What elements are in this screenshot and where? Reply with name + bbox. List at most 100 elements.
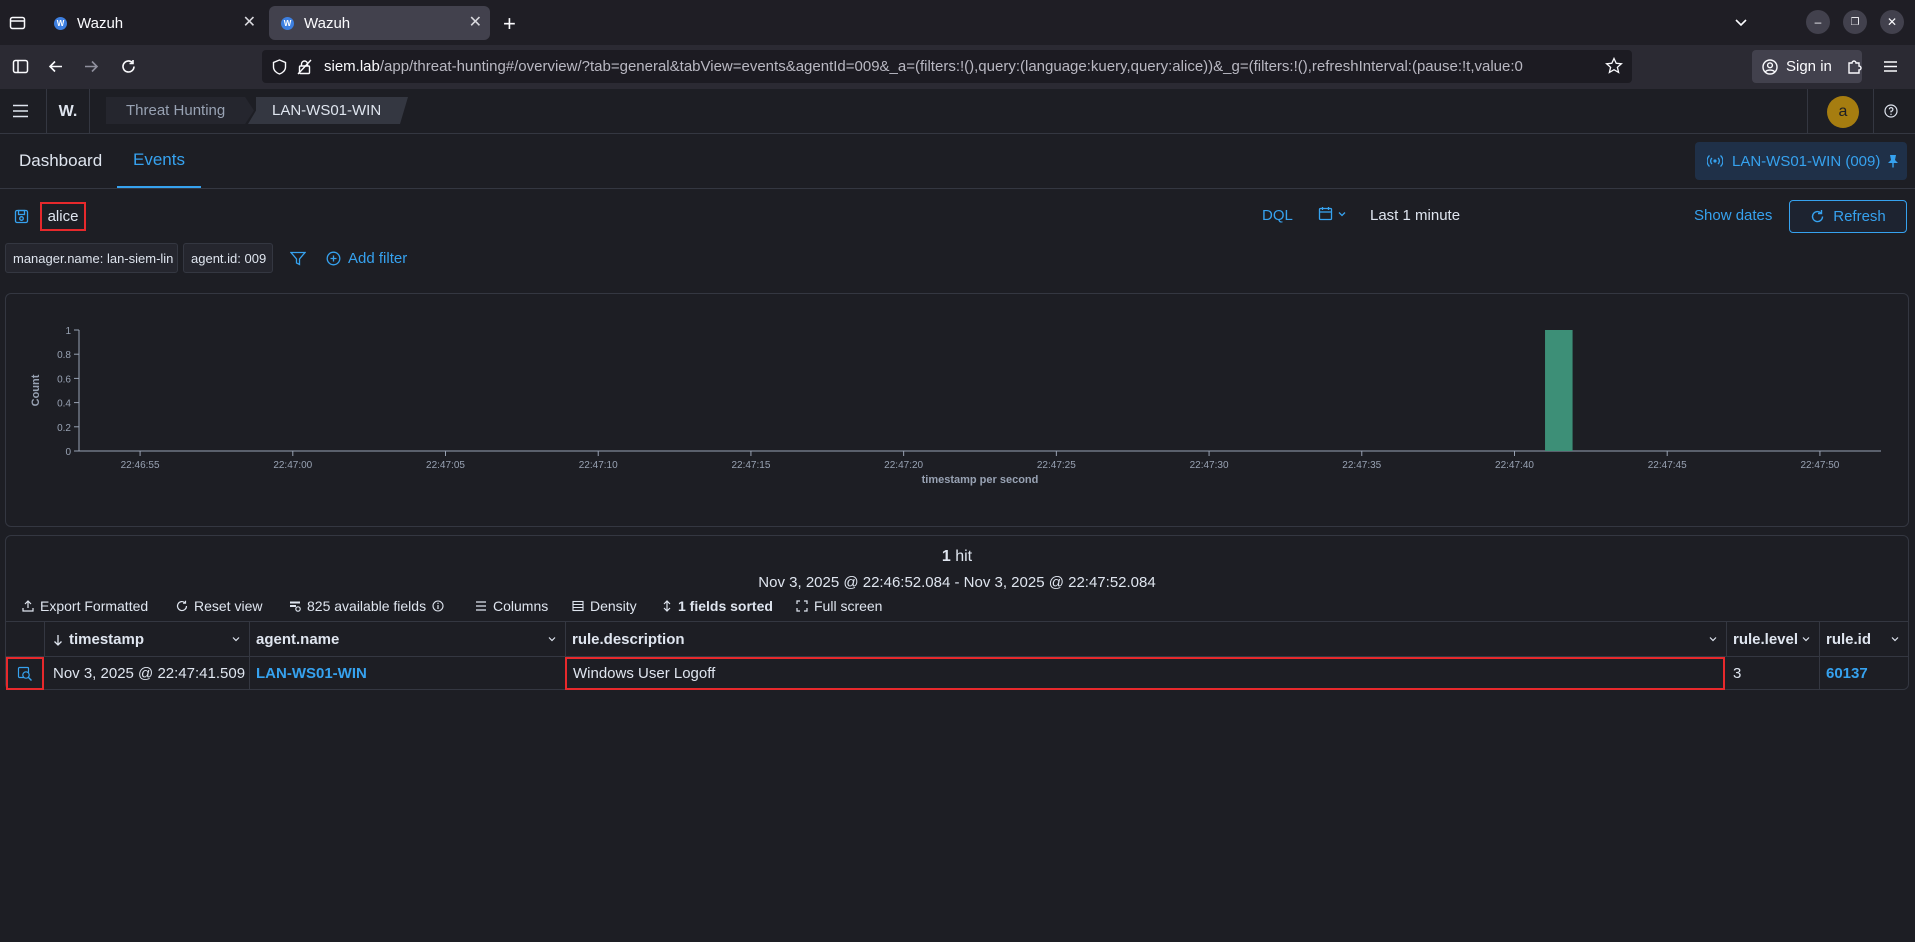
forward-arrow-icon[interactable] <box>83 58 100 75</box>
date-quick-menu-button[interactable] <box>1318 206 1347 221</box>
y-tick-label: 0.8 <box>57 350 71 361</box>
tab-label: Events <box>133 150 185 169</box>
columns-button[interactable]: Columns <box>475 598 548 614</box>
tab-dashboard[interactable]: Dashboard <box>19 134 102 188</box>
filter-pill-manager[interactable]: manager.name: lan-siem-lin <box>5 243 178 273</box>
broadcast-icon <box>1707 154 1723 168</box>
app-menu-icon[interactable] <box>1882 58 1899 75</box>
y-axis-title: Count <box>30 374 42 406</box>
column-header-agent-name[interactable]: agent.name <box>250 622 566 657</box>
bookmark-star-icon[interactable] <box>1605 57 1623 75</box>
density-button[interactable]: Density <box>572 598 637 614</box>
tab-overview-icon[interactable] <box>9 14 26 31</box>
column-header-rule-id[interactable]: rule.id <box>1820 622 1908 657</box>
saved-queries-icon[interactable] <box>14 209 29 224</box>
avatar-initial: a <box>1838 103 1848 120</box>
header-divider <box>1873 89 1874 134</box>
breadcrumb-agent: LAN-WS01-WIN <box>248 97 408 124</box>
time-range-label: Last 1 minute <box>1370 207 1461 224</box>
reload-icon[interactable] <box>120 58 137 75</box>
full-screen-icon <box>796 600 808 612</box>
browser-tab-active[interactable]: W Wazuh ✕ <box>269 6 490 40</box>
column-label: agent.name <box>256 631 340 648</box>
hamburger-menu-icon[interactable] <box>12 103 29 119</box>
avatar[interactable]: a <box>1827 96 1859 128</box>
x-tick-label: 22:47:20 <box>884 460 923 471</box>
filter-pill-agent-id[interactable]: agent.id: 009 <box>183 243 273 273</box>
cell-timestamp: Nov 3, 2025 @ 22:47:41.509 <box>45 657 250 690</box>
y-tick-label: 0 <box>65 447 71 458</box>
x-tick-label: 22:47:10 <box>579 460 618 471</box>
x-axis-title: timestamp per second <box>922 474 1039 486</box>
wazuh-logo[interactable]: W. <box>46 89 90 134</box>
y-tick-label: 1 <box>65 326 71 337</box>
x-tick-label: 22:47:40 <box>1495 460 1534 471</box>
cell-rule-id-link[interactable]: 60137 <box>1820 657 1908 690</box>
header-divider <box>1807 89 1808 134</box>
fields-sorted-button[interactable]: 1 fields sorted <box>662 598 773 614</box>
column-header-actions <box>6 622 45 657</box>
pin-icon[interactable] <box>1887 154 1899 168</box>
close-window-icon[interactable]: ✕ <box>1880 10 1904 34</box>
url-bar[interactable]: siem.lab/app/threat-hunting#/overview/?t… <box>262 50 1632 83</box>
export-formatted-button[interactable]: Export Formatted <box>22 598 148 614</box>
export-icon <box>22 600 34 612</box>
sort-descending-icon[interactable] <box>53 634 63 646</box>
x-tick-label: 22:47:50 <box>1800 460 1839 471</box>
available-fields-button[interactable]: 825 available fields <box>289 598 444 614</box>
show-dates-button[interactable]: Show dates <box>1694 207 1772 224</box>
column-header-timestamp[interactable]: timestamp <box>45 622 250 657</box>
x-tick-label: 22:47:00 <box>273 460 312 471</box>
cell-agent-name-link[interactable]: LAN-WS01-WIN <box>250 657 566 690</box>
chevron-down-icon[interactable] <box>547 634 557 644</box>
tab-events[interactable]: Events <box>117 134 201 188</box>
shield-icon[interactable] <box>272 58 287 75</box>
column-label: rule.description <box>572 631 685 648</box>
info-icon[interactable] <box>432 600 444 612</box>
results-panel: 1 hit Nov 3, 2025 @ 22:46:52.084 - Nov 3… <box>5 535 1909 690</box>
new-tab-icon[interactable]: + <box>503 11 516 37</box>
query-language-button[interactable]: DQL <box>1262 207 1293 224</box>
breadcrumb-label: Threat Hunting <box>126 102 226 119</box>
filter-options-icon[interactable] <box>290 251 306 266</box>
add-filter-button[interactable]: Add filter <box>326 250 407 267</box>
extensions-icon[interactable] <box>1846 58 1863 75</box>
list-tabs-chevron-icon[interactable] <box>1733 14 1749 30</box>
close-tab-icon[interactable]: ✕ <box>469 12 482 32</box>
x-tick-label: 22:47:30 <box>1190 460 1229 471</box>
inspect-document-button[interactable] <box>6 657 44 690</box>
full-screen-label: Full screen <box>814 598 883 614</box>
tab-title: Wazuh <box>304 14 351 32</box>
fields-icon <box>289 600 301 612</box>
column-header-rule-level[interactable]: rule.level <box>1727 622 1820 657</box>
sort-icon <box>662 600 672 612</box>
lock-slash-icon[interactable] <box>297 59 312 75</box>
account-icon <box>1762 58 1778 75</box>
table-row: Nov 3, 2025 @ 22:47:41.509 LAN-WS01-WIN … <box>6 657 1908 690</box>
minimize-window-icon[interactable]: – <box>1806 10 1830 34</box>
reset-label: Reset view <box>194 598 263 614</box>
x-tick-label: 22:47:05 <box>426 460 465 471</box>
sidebar-toggle-icon[interactable] <box>12 58 29 75</box>
help-icon[interactable] <box>1884 104 1898 118</box>
histogram-panel: 0 0.2 0.4 0.6 0.8 1 22:46:55 22:47:00 22:47:05 22… <box>5 293 1909 527</box>
search-query-input[interactable]: alice <box>40 202 86 231</box>
browser-nav-bar: siem.lab/app/threat-hunting#/overview/?t… <box>0 45 1915 89</box>
back-arrow-icon[interactable] <box>47 58 64 75</box>
restore-window-icon[interactable]: ❐ <box>1843 10 1867 34</box>
reset-view-button[interactable]: Reset view <box>176 598 262 614</box>
column-header-rule-description[interactable]: rule.description <box>566 622 1727 657</box>
query-bar: alice DQL Last 1 minute Show dates Refre… <box>0 189 1915 245</box>
hits-count: 1 <box>941 548 951 565</box>
full-screen-button[interactable]: Full screen <box>796 598 882 614</box>
chevron-down-icon[interactable] <box>1890 634 1900 644</box>
close-tab-icon[interactable]: ✕ <box>243 12 256 32</box>
chevron-down-icon[interactable] <box>1708 634 1718 644</box>
breadcrumb-threat-hunting[interactable]: Threat Hunting <box>106 97 254 124</box>
time-range-display[interactable]: Last 1 minute <box>1370 207 1460 224</box>
pinned-agent-badge[interactable]: LAN-WS01-WIN (009) <box>1695 142 1907 180</box>
refresh-button[interactable]: Refresh <box>1789 200 1907 233</box>
chevron-down-icon[interactable] <box>231 634 241 644</box>
chevron-down-icon[interactable] <box>1801 634 1811 644</box>
browser-tab[interactable]: W Wazuh ✕ <box>42 6 264 40</box>
